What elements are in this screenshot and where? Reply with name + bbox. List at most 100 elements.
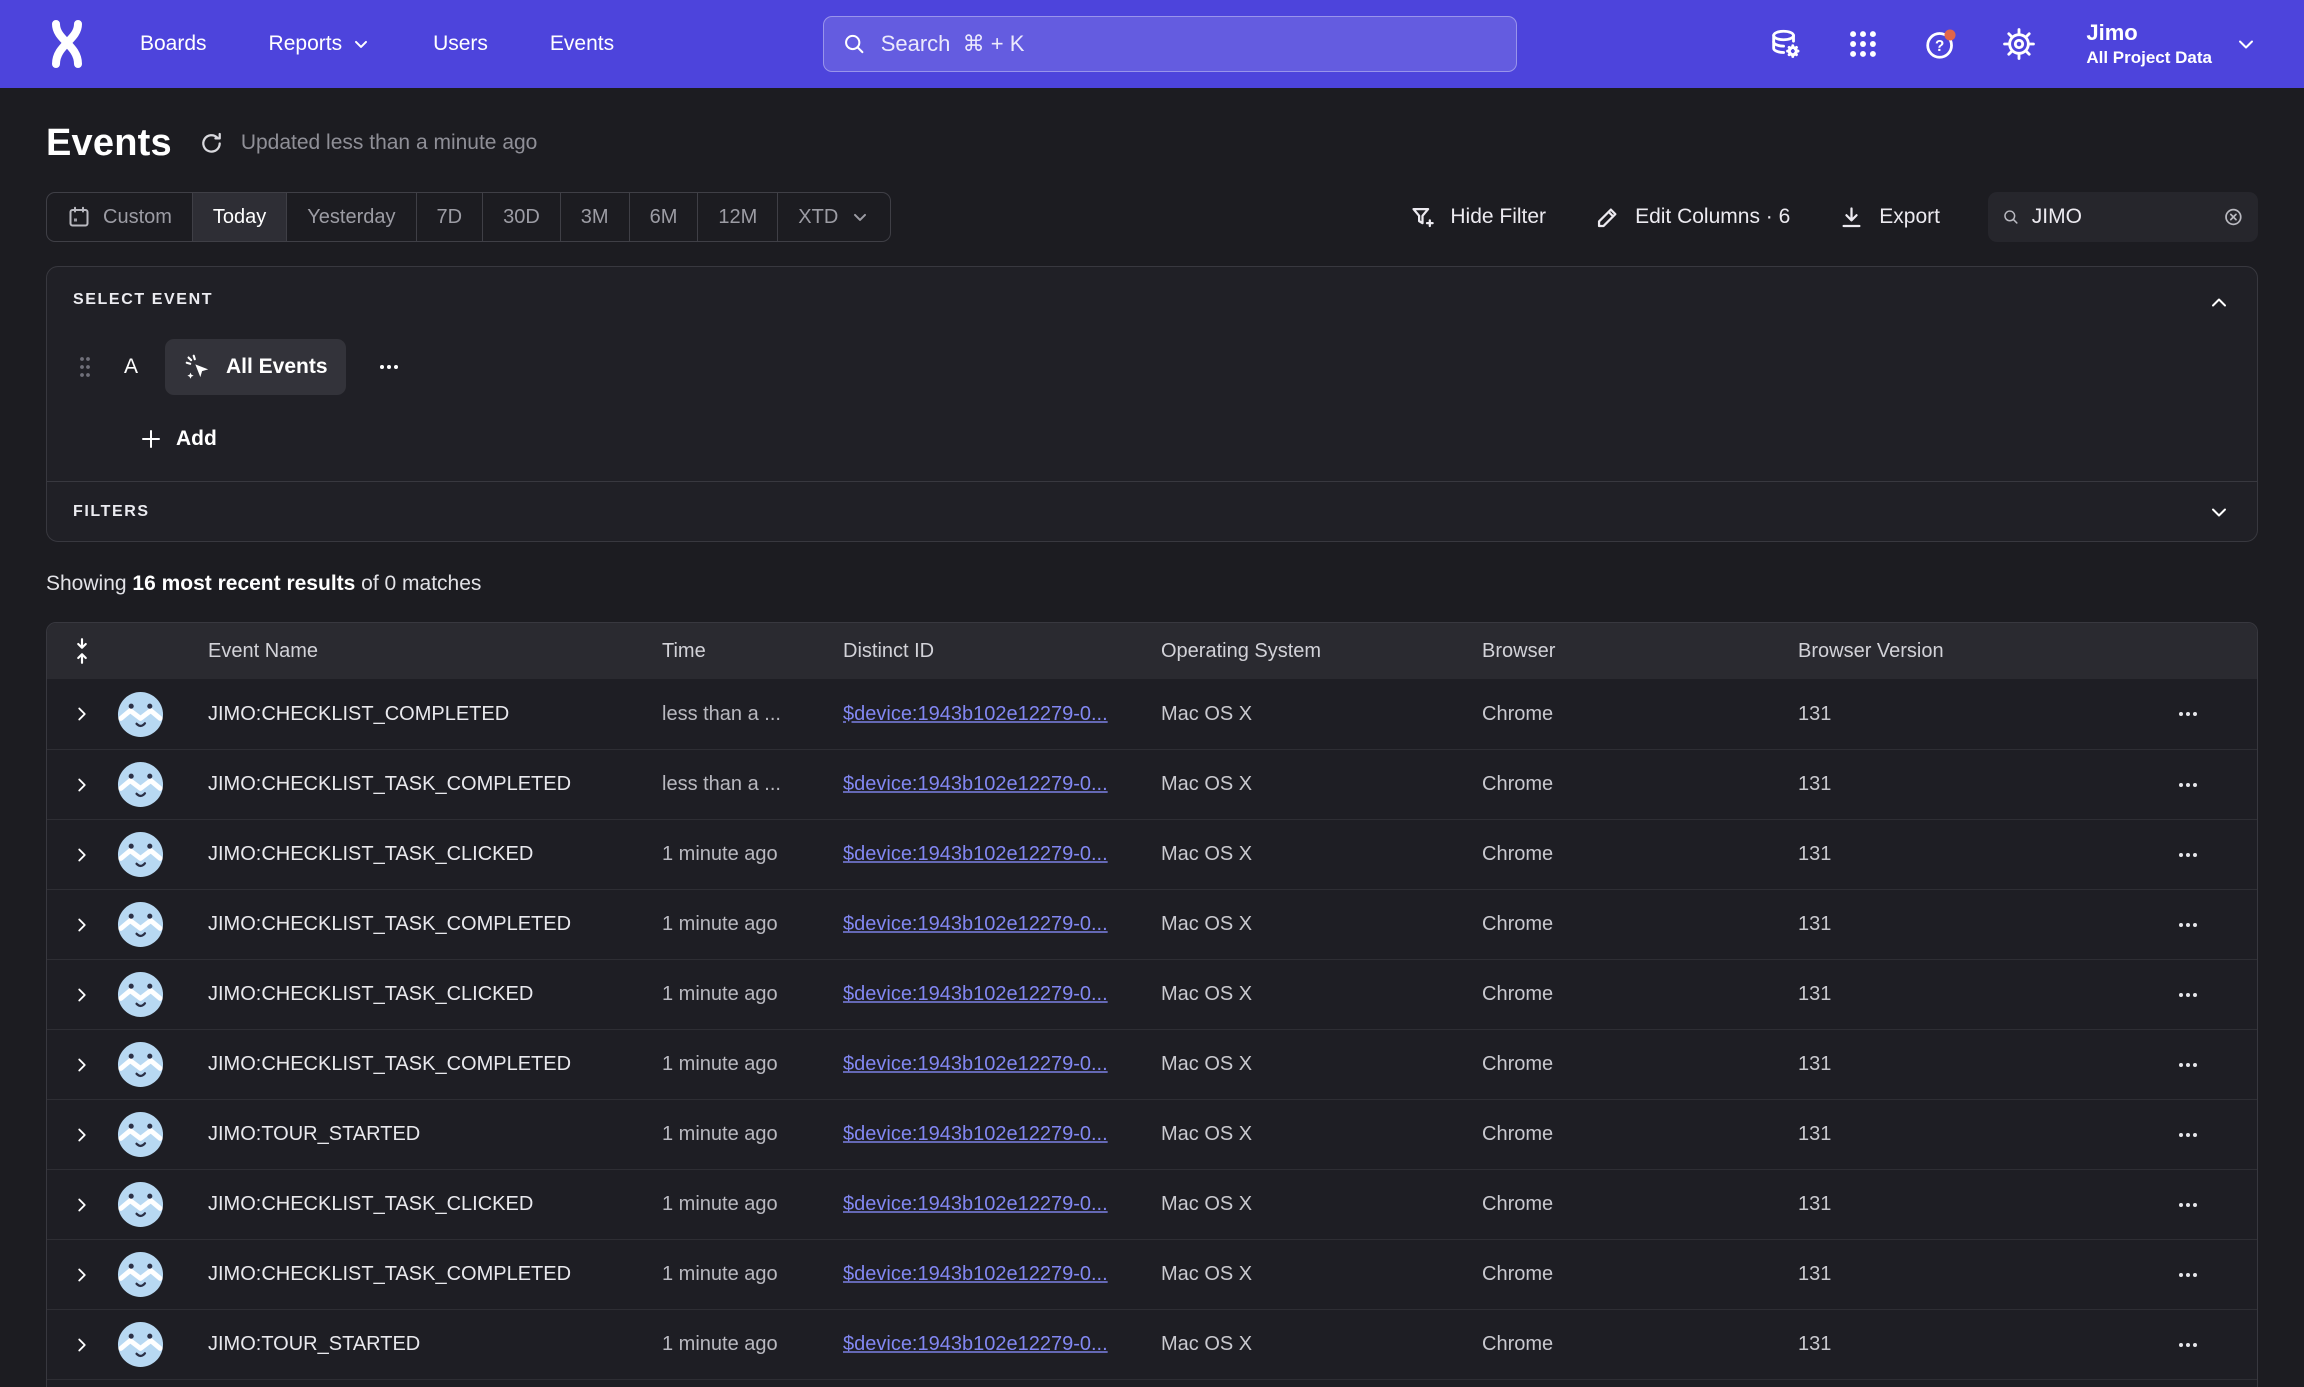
row-actions-button[interactable]	[2169, 906, 2207, 944]
nav-item-reports[interactable]: Reports	[269, 32, 372, 56]
account-switcher[interactable]: Jimo All Project Data	[2086, 20, 2258, 68]
nav-item-events[interactable]: Events	[550, 32, 614, 56]
distinct-id-link[interactable]: $device:1943b102e12279-0...	[843, 703, 1108, 725]
expand-row-icon[interactable]	[67, 1260, 97, 1290]
column-header-time[interactable]: Time	[662, 640, 843, 663]
table-row[interactable]: JIMO:CHECKLIST_COMPLETED less than a ...…	[47, 679, 2257, 749]
table-row[interactable]: JIMO:CHECKLIST_TASK_CLICKED 1 minute ago…	[47, 1169, 2257, 1239]
user-avatar-icon	[117, 1321, 164, 1368]
row-actions-button[interactable]	[2169, 976, 2207, 1014]
expand-row-icon[interactable]	[67, 1050, 97, 1080]
date-custom-button[interactable]: Custom	[47, 193, 193, 241]
clear-search-icon[interactable]	[2223, 203, 2244, 231]
operating-system-cell: Mac OS X	[1161, 1263, 1482, 1286]
settings-button[interactable]	[2000, 25, 2038, 63]
expand-row-icon[interactable]	[67, 980, 97, 1010]
time-cell: 1 minute ago	[662, 1193, 843, 1216]
time-cell: 1 minute ago	[662, 983, 843, 1006]
column-header-browser-version[interactable]: Browser Version	[1798, 640, 2123, 663]
table-row[interactable]: JIMO:TOUR_STARTED 1 minute ago $device:1…	[47, 1309, 2257, 1379]
date-range-12m[interactable]: 12M	[698, 193, 778, 241]
nav-item-boards[interactable]: Boards	[140, 32, 207, 56]
expand-filters-button[interactable]	[2207, 500, 2231, 524]
table-search[interactable]	[1988, 192, 2258, 242]
gear-icon	[2002, 27, 2036, 61]
table-row[interactable]: JIMO:TOUR_STARTED 1 minute ago $device:1…	[47, 1099, 2257, 1169]
distinct-id-link[interactable]: $device:1943b102e12279-0...	[843, 1333, 1108, 1355]
mixpanel-logo[interactable]	[46, 20, 88, 68]
expand-row-icon[interactable]	[67, 1120, 97, 1150]
edit-columns-button[interactable]: Edit Columns · 6	[1594, 204, 1790, 231]
event-name-cell: JIMO:CHECKLIST_COMPLETED	[208, 703, 662, 726]
help-icon: ?	[1923, 26, 1959, 62]
global-search-input[interactable]	[881, 31, 1499, 57]
table-row[interactable]: JIMO:CHECKLIST_TASK_COMPLETED less than …	[47, 749, 2257, 819]
table-row[interactable]: JIMO:CHECKLIST_TASK_CLICKED 1 minute ago…	[47, 959, 2257, 1029]
distinct-id-link[interactable]: $device:1943b102e12279-0...	[843, 913, 1108, 935]
add-event-label: Add	[176, 427, 217, 451]
table-row[interactable]: JIMO:CHECKLIST_TASK_COMPLETED 1 minute a…	[47, 1239, 2257, 1309]
date-range-yesterday[interactable]: Yesterday	[287, 193, 416, 241]
row-actions-button[interactable]	[2169, 766, 2207, 804]
distinct-id-link[interactable]: $device:1943b102e12279-0...	[843, 1123, 1108, 1145]
data-management-button[interactable]	[1766, 25, 1804, 63]
results-summary: Showing 16 most recent results of 0 matc…	[46, 572, 2258, 596]
distinct-id-link[interactable]: $device:1943b102e12279-0...	[843, 1193, 1108, 1215]
row-actions-button[interactable]	[2169, 1046, 2207, 1084]
apps-grid-button[interactable]	[1844, 25, 1882, 63]
browser-version-cell: 131	[1798, 1123, 2123, 1146]
expand-row-icon[interactable]	[67, 1330, 97, 1360]
row-actions-button[interactable]	[2169, 1326, 2207, 1364]
expand-row-icon[interactable]	[67, 699, 97, 729]
export-button[interactable]: Export	[1838, 204, 1940, 231]
help-button[interactable]: ?	[1922, 25, 1960, 63]
row-actions-button[interactable]	[2169, 836, 2207, 874]
browser-cell: Chrome	[1482, 913, 1798, 936]
distinct-id-link[interactable]: $device:1943b102e12279-0...	[843, 1263, 1108, 1285]
refresh-icon[interactable]	[198, 130, 225, 157]
ellipsis-icon	[376, 354, 402, 380]
column-header-event-name[interactable]: Event Name	[208, 640, 662, 663]
expand-row-icon[interactable]	[67, 1190, 97, 1220]
filters-section[interactable]: FILTERS	[47, 481, 2257, 541]
global-search[interactable]	[823, 16, 1517, 72]
add-event-button[interactable]: Add	[139, 427, 217, 451]
column-header-operating-system[interactable]: Operating System	[1161, 640, 1482, 663]
date-range-3m[interactable]: 3M	[561, 193, 630, 241]
distinct-id-link[interactable]: $device:1943b102e12279-0...	[843, 983, 1108, 1005]
row-actions-button[interactable]	[2169, 1256, 2207, 1294]
date-range-today[interactable]: Today	[193, 193, 287, 241]
event-selector-chip[interactable]: All Events	[165, 339, 346, 395]
selected-event-label: All Events	[226, 355, 328, 379]
date-range-6m[interactable]: 6M	[630, 193, 699, 241]
operating-system-cell: Mac OS X	[1161, 843, 1482, 866]
table-row[interactable]: JIMO:CHECKLIST_TASK_COMPLETED 1 minute a…	[47, 1029, 2257, 1099]
distinct-id-link[interactable]: $device:1943b102e12279-0...	[843, 1053, 1108, 1075]
collapse-all-button[interactable]	[47, 637, 117, 665]
user-avatar-icon	[117, 901, 164, 948]
table-row[interactable]: JIMO:CHECKLIST_TASK_CLICKED 1 minute ago…	[47, 819, 2257, 889]
user-avatar-icon	[117, 1251, 164, 1298]
expand-row-icon[interactable]	[67, 910, 97, 940]
column-header-distinct-id[interactable]: Distinct ID	[843, 640, 1161, 663]
row-actions-button[interactable]	[2169, 695, 2207, 733]
expand-row-icon[interactable]	[67, 840, 97, 870]
row-actions-button[interactable]	[2169, 1186, 2207, 1224]
date-range-30d[interactable]: 30D	[483, 193, 561, 241]
drag-handle[interactable]	[73, 350, 97, 384]
date-range-xtd[interactable]: XTD	[778, 193, 890, 241]
table-row[interactable]: JIMO:CHECKLIST_TASK_COMPLETED 1 minute a…	[47, 889, 2257, 959]
date-range-label: 12M	[718, 206, 757, 229]
distinct-id-link[interactable]: $device:1943b102e12279-0...	[843, 773, 1108, 795]
row-actions-button[interactable]	[2169, 1116, 2207, 1154]
distinct-id-link[interactable]: $device:1943b102e12279-0...	[843, 843, 1108, 865]
table-search-input[interactable]	[2032, 205, 2211, 229]
expand-row-icon[interactable]	[67, 770, 97, 800]
date-range-7d[interactable]: 7D	[417, 193, 484, 241]
collapse-section-button[interactable]	[2207, 291, 2231, 315]
table-row[interactable]: JIMO:CHECKLIST_TASK_CLICKED 1 minute ago…	[47, 1379, 2257, 1387]
event-row-menu-button[interactable]	[370, 348, 408, 386]
column-header-browser[interactable]: Browser	[1482, 640, 1798, 663]
nav-item-users[interactable]: Users	[433, 32, 488, 56]
hide-filter-button[interactable]: Hide Filter	[1409, 204, 1546, 231]
